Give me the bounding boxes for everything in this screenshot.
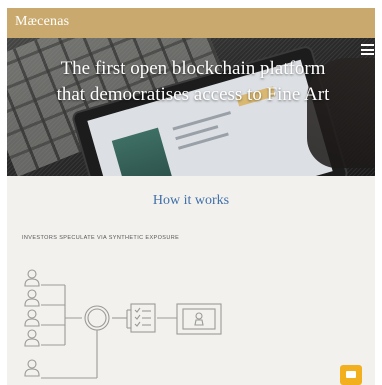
site-header: Mæcenas (7, 8, 375, 38)
connector-lines (41, 284, 177, 379)
menu-bar (361, 48, 374, 51)
token-coin-icon (84, 305, 110, 331)
chat-bubble-icon[interactable] (340, 365, 362, 385)
section-subtitle: INVESTORS SPECULATE VIA SYNTHETIC EXPOSU… (22, 235, 180, 241)
chat-glyph (346, 371, 356, 378)
person-icon (24, 309, 40, 327)
hamburger-menu-icon[interactable] (361, 44, 374, 55)
hero-title-line-1: The first open blockchain platform (60, 58, 326, 79)
framed-artwork-icon (176, 303, 222, 335)
person-icon (24, 329, 40, 347)
how-it-works-heading: How it works (152, 193, 230, 208)
person-icon (24, 289, 40, 307)
tablet-artwork (111, 127, 174, 176)
how-it-works-diagram (24, 269, 222, 379)
hero-title: The first open blockchain platform that … (27, 56, 359, 108)
menu-bar (361, 44, 374, 46)
menu-bar (361, 53, 374, 55)
site-logo[interactable]: Mæcenas (15, 14, 69, 30)
contract-document-icon (126, 303, 156, 333)
hero-title-line-2: that democratises access to Fine Art (56, 84, 330, 105)
hero-banner: Mæcenas The first open blockchain platfo… (7, 8, 375, 176)
page: Mæcenas The first open blockchain platfo… (7, 8, 375, 385)
person-icon (24, 269, 40, 287)
tablet-text-line (172, 111, 231, 131)
person-icon (24, 359, 40, 377)
